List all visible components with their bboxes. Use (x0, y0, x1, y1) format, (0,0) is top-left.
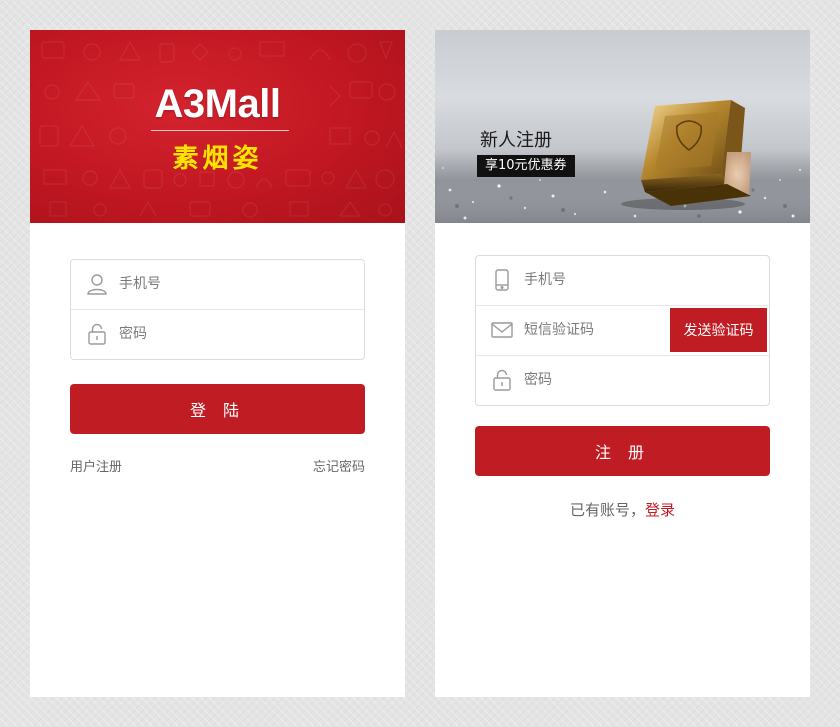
register-screen: 新人注册 享10元优惠券 发送验证码 (435, 30, 810, 697)
cosmetic-compact-image (621, 100, 751, 210)
password-input[interactable] (119, 310, 319, 359)
forgot-password-link[interactable]: 忘记密码 (313, 456, 365, 475)
login-screen: A3Mall 素烟姿 登 陆 用户注册 (30, 30, 405, 697)
phone-input[interactable] (119, 260, 319, 309)
phone-input[interactable] (524, 256, 724, 305)
register-link[interactable]: 用户注册 (70, 456, 122, 475)
send-code-button[interactable]: 发送验证码 (670, 308, 767, 352)
phone-row (71, 260, 364, 310)
user-icon (85, 272, 109, 296)
register-button[interactable]: 注 册 (475, 426, 770, 476)
mail-icon (490, 318, 514, 342)
brand-subtitle: 素烟姿 (172, 144, 263, 174)
lock-icon (490, 368, 514, 392)
lock-icon (85, 322, 109, 346)
promo-banner: 新人注册 享10元优惠券 (435, 30, 810, 223)
login-button[interactable]: 登 陆 (70, 384, 365, 434)
password-row (71, 310, 364, 359)
register-form: 发送验证码 (475, 255, 770, 406)
brand-title: A3Mall (154, 82, 281, 126)
phone-row (476, 256, 769, 306)
banner-title: 新人注册 (480, 130, 552, 151)
coupon-badge: 享10元优惠券 (477, 155, 575, 177)
login-form (70, 259, 365, 360)
have-account-prompt: 已有账号，登录 (435, 499, 810, 520)
brand-divider (151, 130, 289, 131)
login-header-banner: A3Mall 素烟姿 (30, 30, 405, 223)
password-row (476, 356, 769, 405)
phone-icon (490, 268, 514, 292)
sms-code-row: 发送验证码 (476, 306, 769, 356)
have-account-text: 已有账号， (569, 501, 645, 519)
login-link[interactable]: 登录 (645, 501, 675, 519)
password-input[interactable] (524, 356, 724, 405)
